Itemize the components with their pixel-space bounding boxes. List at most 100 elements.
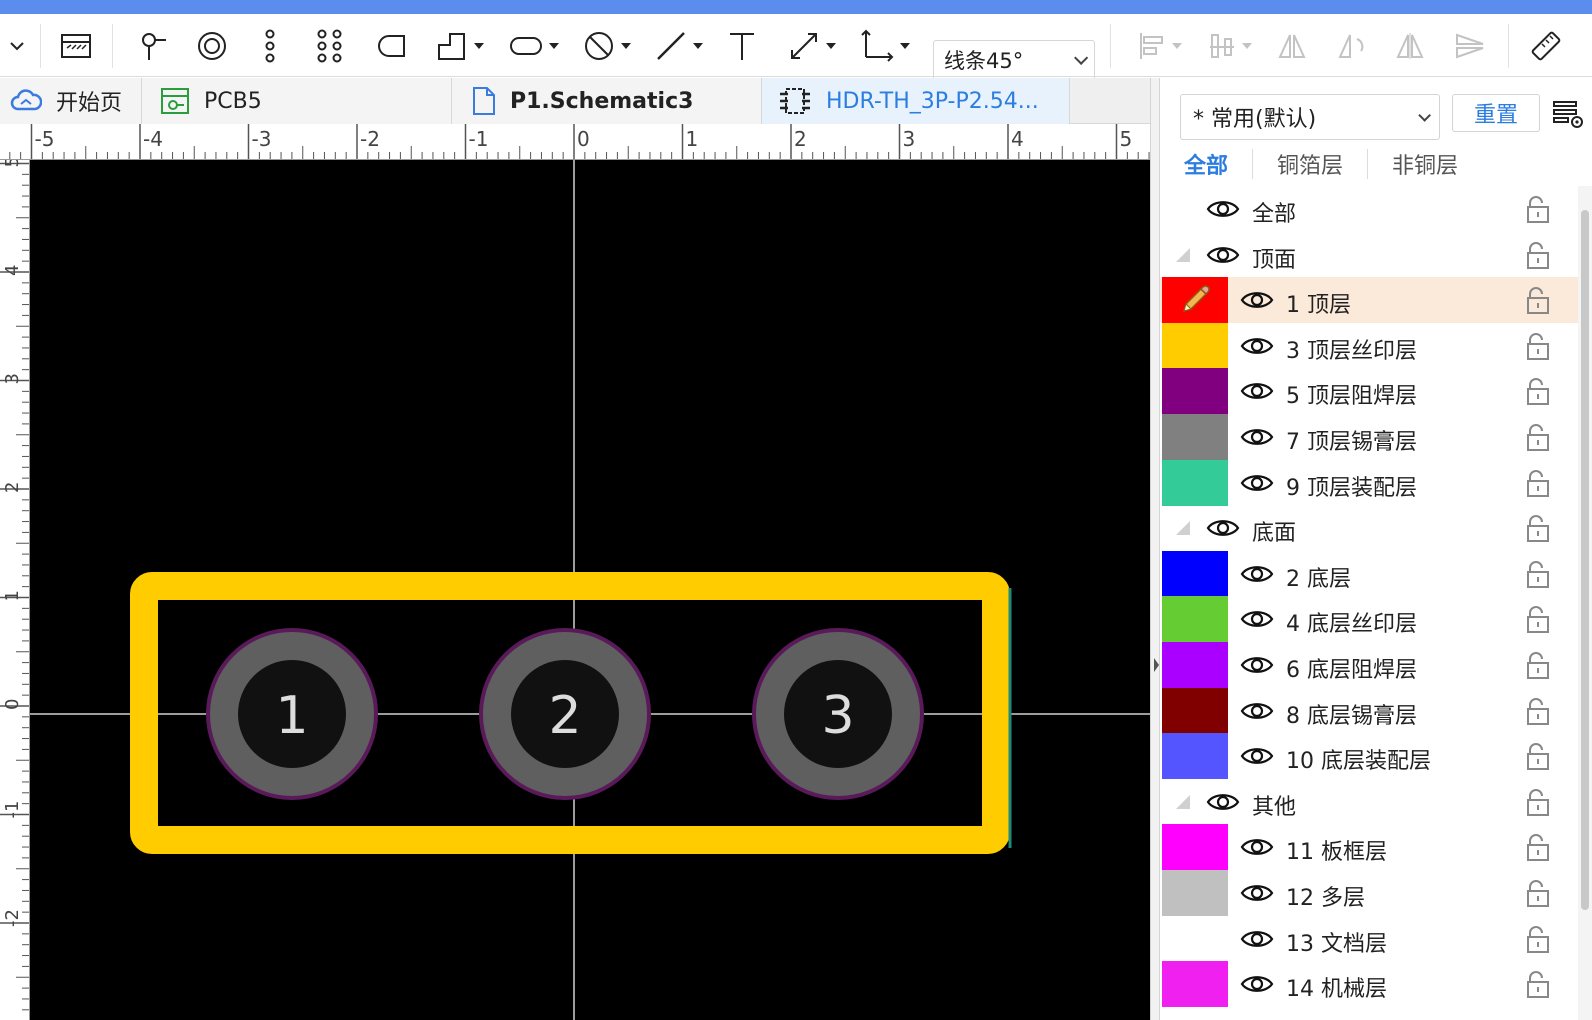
- unlock-icon[interactable]: [1524, 513, 1554, 543]
- distribute-icon[interactable]: [1202, 26, 1258, 66]
- pin-tool-icon[interactable]: [134, 26, 174, 66]
- tab-pcb5[interactable]: PCB5: [142, 78, 452, 124]
- flip-horizontal-icon[interactable]: [1272, 26, 1312, 66]
- collapse-caret-icon[interactable]: [1176, 521, 1190, 536]
- eye-icon[interactable]: [1240, 654, 1274, 676]
- open-window-icon[interactable]: [56, 26, 96, 66]
- measure-ruler-icon[interactable]: [1526, 26, 1566, 66]
- layer-row[interactable]: 11 板框层: [1160, 824, 1578, 871]
- unlock-icon[interactable]: [1524, 285, 1554, 315]
- eye-icon[interactable]: [1206, 244, 1240, 266]
- layer-color-swatch[interactable]: [1162, 687, 1228, 734]
- eye-icon[interactable]: [1240, 426, 1274, 448]
- dimension-tool-icon[interactable]: [782, 26, 842, 66]
- eye-icon[interactable]: [1240, 745, 1274, 767]
- align-left-icon[interactable]: [1132, 26, 1188, 66]
- layer-list-scrollbar[interactable]: [1578, 186, 1592, 1020]
- flip-vertical-icon[interactable]: [1450, 26, 1490, 66]
- eye-icon[interactable]: [1240, 380, 1274, 402]
- unlock-icon[interactable]: [1524, 878, 1554, 908]
- layer-row[interactable]: 2 底层: [1160, 550, 1578, 597]
- ellipse-tool-icon[interactable]: [504, 26, 564, 66]
- layer-row[interactable]: 1 顶层: [1160, 277, 1578, 324]
- layer-color-swatch[interactable]: [1162, 915, 1228, 962]
- eye-icon[interactable]: [1240, 928, 1274, 950]
- layer-group-row[interactable]: 其他: [1160, 779, 1578, 825]
- layer-color-swatch[interactable]: [1162, 322, 1228, 369]
- eye-icon[interactable]: [1206, 517, 1240, 539]
- origin-tool-icon[interactable]: [854, 26, 916, 66]
- layer-group-row[interactable]: 底面: [1160, 505, 1578, 551]
- layer-color-swatch[interactable]: [1162, 870, 1228, 916]
- layer-row[interactable]: 6 底层阻焊层: [1160, 642, 1578, 688]
- no-connect-tool-icon[interactable]: [578, 26, 636, 66]
- line-tool-icon[interactable]: [650, 26, 708, 66]
- panel-splitter[interactable]: [1150, 78, 1160, 1020]
- layer-row[interactable]: 7 顶层锡膏层: [1160, 414, 1578, 460]
- layer-row[interactable]: 14 机械层: [1160, 961, 1578, 1008]
- unlock-icon[interactable]: [1524, 604, 1554, 634]
- layer-color-swatch[interactable]: [1162, 277, 1228, 324]
- unlock-icon[interactable]: [1524, 468, 1554, 498]
- unlock-icon[interactable]: [1524, 331, 1554, 361]
- eye-icon[interactable]: [1206, 198, 1240, 220]
- unlock-icon[interactable]: [1524, 969, 1554, 999]
- unlock-icon[interactable]: [1524, 924, 1554, 954]
- layer-group-row[interactable]: 顶面: [1160, 232, 1578, 278]
- unlock-icon[interactable]: [1524, 650, 1554, 680]
- eye-icon[interactable]: [1240, 836, 1274, 858]
- unlock-icon[interactable]: [1524, 376, 1554, 406]
- layer-color-swatch[interactable]: [1162, 642, 1228, 688]
- layer-color-swatch[interactable]: [1162, 824, 1228, 871]
- unlock-icon[interactable]: [1524, 696, 1554, 726]
- pad-array-icon[interactable]: [310, 26, 350, 66]
- eye-icon[interactable]: [1240, 289, 1274, 311]
- pad-2[interactable]: 2: [479, 628, 651, 800]
- layer-color-swatch[interactable]: [1162, 459, 1228, 506]
- layer-color-swatch[interactable]: [1162, 733, 1228, 780]
- scrollbar-thumb[interactable]: [1581, 210, 1589, 910]
- pad-column-icon[interactable]: [252, 26, 288, 66]
- layer-row[interactable]: 5 顶层阻焊层: [1160, 368, 1578, 415]
- tab-footprint[interactable]: HDR-TH_3P-P2.54...: [762, 78, 1070, 124]
- filter-tab-non-copper[interactable]: 非铜层: [1368, 149, 1482, 179]
- layer-color-swatch[interactable]: [1162, 596, 1228, 643]
- filter-tab-all[interactable]: 全部: [1160, 149, 1254, 179]
- pad-1[interactable]: 1: [206, 628, 378, 800]
- unlock-icon[interactable]: [1524, 832, 1554, 862]
- eye-icon[interactable]: [1240, 335, 1274, 357]
- layer-row-all[interactable]: 全部: [1160, 186, 1578, 232]
- layer-preset-select[interactable]: * 常用(默认): [1180, 94, 1440, 140]
- reset-button[interactable]: 重置: [1452, 94, 1540, 132]
- collapse-caret-icon[interactable]: [1176, 247, 1190, 262]
- collapse-caret-icon[interactable]: [1176, 794, 1190, 809]
- mirror-icon[interactable]: [1390, 26, 1430, 66]
- line-mode-select[interactable]: 线条45°: [933, 40, 1095, 80]
- unlock-icon[interactable]: [1524, 240, 1554, 270]
- eye-icon[interactable]: [1240, 700, 1274, 722]
- layer-row[interactable]: 3 顶层丝印层: [1160, 322, 1578, 369]
- layer-color-swatch[interactable]: [1162, 368, 1228, 415]
- layer-row[interactable]: 10 底层装配层: [1160, 733, 1578, 780]
- unlock-icon[interactable]: [1524, 787, 1554, 817]
- rounded-rect-tool-icon[interactable]: [372, 26, 412, 66]
- filter-tab-copper[interactable]: 铜箔层: [1253, 149, 1369, 179]
- layer-color-swatch[interactable]: [1162, 550, 1228, 597]
- layer-color-swatch[interactable]: [1162, 961, 1228, 1008]
- unlock-icon[interactable]: [1524, 559, 1554, 589]
- rotate-icon[interactable]: [1332, 26, 1372, 66]
- via-tool-icon[interactable]: [192, 26, 232, 66]
- layer-row[interactable]: 8 底层锡膏层: [1160, 687, 1578, 734]
- tab-start-page[interactable]: 开始页: [0, 78, 142, 124]
- layer-row[interactable]: 9 顶层装配层: [1160, 459, 1578, 506]
- unlock-icon[interactable]: [1524, 194, 1554, 224]
- polygon-tool-icon[interactable]: [432, 26, 488, 66]
- eye-icon[interactable]: [1240, 472, 1274, 494]
- layer-color-swatch[interactable]: [1162, 414, 1228, 460]
- layer-settings-icon[interactable]: [1550, 96, 1586, 132]
- text-tool-icon[interactable]: [722, 26, 762, 66]
- eye-icon[interactable]: [1240, 882, 1274, 904]
- unlock-icon[interactable]: [1524, 741, 1554, 771]
- unlock-icon[interactable]: [1524, 422, 1554, 452]
- layer-row[interactable]: 4 底层丝印层: [1160, 596, 1578, 643]
